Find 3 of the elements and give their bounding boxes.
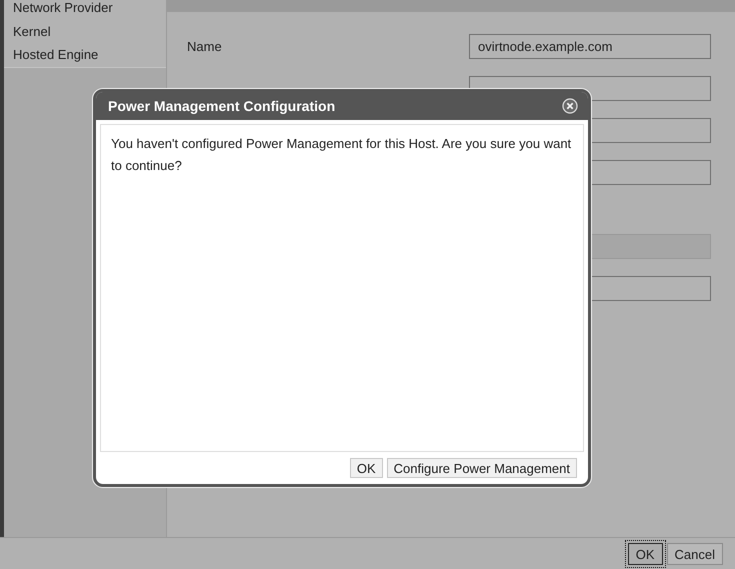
field-label: Name — [187, 39, 222, 54]
dialog-title: Power Management Configuration — [108, 98, 336, 114]
dialog-message: You haven't configured Power Management for this Host. Are you sure you want to continue? — [111, 135, 572, 175]
